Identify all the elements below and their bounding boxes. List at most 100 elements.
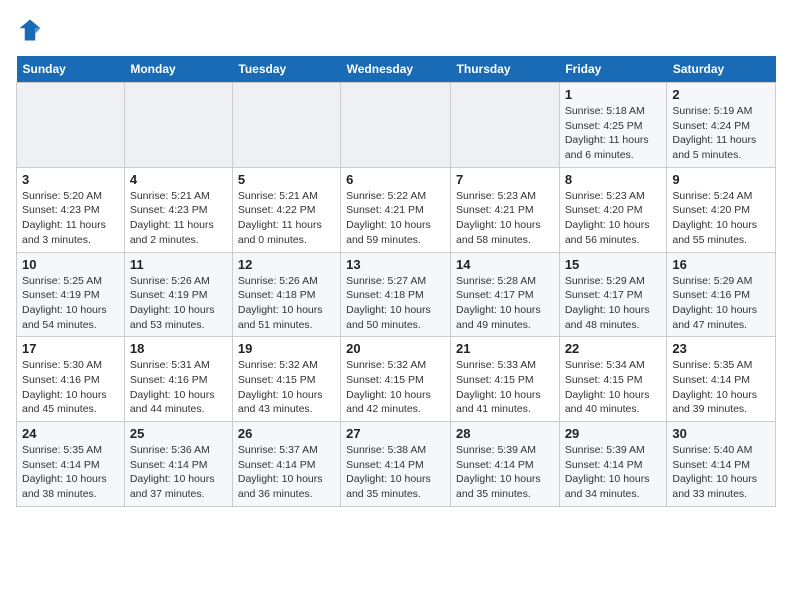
weekday-header-saturday: Saturday	[667, 56, 776, 83]
calendar-cell: 15 Sunrise: 5:29 AM Sunset: 4:17 PM Dayli…	[559, 252, 667, 337]
day-info: Sunrise: 5:22 AM Sunset: 4:21 PM Dayligh…	[346, 189, 445, 248]
day-number: 13	[346, 257, 445, 272]
day-number: 2	[672, 87, 770, 102]
day-info: Sunrise: 5:24 AM Sunset: 4:20 PM Dayligh…	[672, 189, 770, 248]
day-info: Sunrise: 5:20 AM Sunset: 4:23 PM Dayligh…	[22, 189, 119, 248]
calendar-cell: 21 Sunrise: 5:33 AM Sunset: 4:15 PM Dayli…	[451, 337, 560, 422]
day-number: 1	[565, 87, 662, 102]
day-number: 11	[130, 257, 227, 272]
day-number: 5	[238, 172, 335, 187]
day-number: 28	[456, 426, 554, 441]
day-number: 18	[130, 341, 227, 356]
calendar-cell	[232, 83, 340, 168]
day-info: Sunrise: 5:26 AM Sunset: 4:18 PM Dayligh…	[238, 274, 335, 333]
day-number: 10	[22, 257, 119, 272]
day-number: 25	[130, 426, 227, 441]
weekday-header-wednesday: Wednesday	[341, 56, 451, 83]
calendar-week-row: 1 Sunrise: 5:18 AM Sunset: 4:25 PM Daylig…	[17, 83, 776, 168]
day-info: Sunrise: 5:40 AM Sunset: 4:14 PM Dayligh…	[672, 443, 770, 502]
day-info: Sunrise: 5:30 AM Sunset: 4:16 PM Dayligh…	[22, 358, 119, 417]
day-info: Sunrise: 5:37 AM Sunset: 4:14 PM Dayligh…	[238, 443, 335, 502]
day-info: Sunrise: 5:33 AM Sunset: 4:15 PM Dayligh…	[456, 358, 554, 417]
calendar-cell: 14 Sunrise: 5:28 AM Sunset: 4:17 PM Dayli…	[451, 252, 560, 337]
calendar-cell: 22Sunrise: 5:34 AM Sunset: 4:15 PM Dayli…	[559, 337, 667, 422]
weekday-header-monday: Monday	[124, 56, 232, 83]
calendar-cell: 2 Sunrise: 5:19 AM Sunset: 4:24 PM Daylig…	[667, 83, 776, 168]
calendar-week-row: 10 Sunrise: 5:25 AM Sunset: 4:19 PM Dayli…	[17, 252, 776, 337]
weekday-header-row: SundayMondayTuesdayWednesdayThursdayFrid…	[17, 56, 776, 83]
calendar-cell: 27 Sunrise: 5:38 AM Sunset: 4:14 PM Dayli…	[341, 422, 451, 507]
day-info: Sunrise: 5:25 AM Sunset: 4:19 PM Dayligh…	[22, 274, 119, 333]
calendar-cell: 12 Sunrise: 5:26 AM Sunset: 4:18 PM Dayli…	[232, 252, 340, 337]
day-info: Sunrise: 5:38 AM Sunset: 4:14 PM Dayligh…	[346, 443, 445, 502]
day-info: Sunrise: 5:18 AM Sunset: 4:25 PM Dayligh…	[565, 104, 662, 163]
day-info: Sunrise: 5:31 AM Sunset: 4:16 PM Dayligh…	[130, 358, 227, 417]
calendar-cell	[451, 83, 560, 168]
day-info: Sunrise: 5:39 AM Sunset: 4:14 PM Dayligh…	[565, 443, 662, 502]
day-number: 14	[456, 257, 554, 272]
calendar-cell: 5 Sunrise: 5:21 AM Sunset: 4:22 PM Daylig…	[232, 167, 340, 252]
day-info: Sunrise: 5:19 AM Sunset: 4:24 PM Dayligh…	[672, 104, 770, 163]
calendar-cell: 29 Sunrise: 5:39 AM Sunset: 4:14 PM Dayli…	[559, 422, 667, 507]
calendar-week-row: 17 Sunrise: 5:30 AM Sunset: 4:16 PM Dayli…	[17, 337, 776, 422]
calendar-cell: 7Sunrise: 5:23 AM Sunset: 4:21 PM Daylig…	[451, 167, 560, 252]
page-header	[16, 16, 776, 44]
logo-icon	[16, 16, 44, 44]
day-info: Sunrise: 5:35 AM Sunset: 4:14 PM Dayligh…	[672, 358, 770, 417]
calendar-cell	[124, 83, 232, 168]
calendar-cell: 19Sunrise: 5:32 AM Sunset: 4:15 PM Dayli…	[232, 337, 340, 422]
day-number: 6	[346, 172, 445, 187]
day-number: 16	[672, 257, 770, 272]
day-number: 15	[565, 257, 662, 272]
day-info: Sunrise: 5:32 AM Sunset: 4:15 PM Dayligh…	[346, 358, 445, 417]
day-number: 17	[22, 341, 119, 356]
day-number: 29	[565, 426, 662, 441]
weekday-header-tuesday: Tuesday	[232, 56, 340, 83]
day-number: 4	[130, 172, 227, 187]
calendar-cell: 11 Sunrise: 5:26 AM Sunset: 4:19 PM Dayli…	[124, 252, 232, 337]
calendar-cell: 6 Sunrise: 5:22 AM Sunset: 4:21 PM Daylig…	[341, 167, 451, 252]
day-info: Sunrise: 5:29 AM Sunset: 4:16 PM Dayligh…	[672, 274, 770, 333]
day-info: Sunrise: 5:35 AM Sunset: 4:14 PM Dayligh…	[22, 443, 119, 502]
calendar-cell	[17, 83, 125, 168]
day-info: Sunrise: 5:29 AM Sunset: 4:17 PM Dayligh…	[565, 274, 662, 333]
day-info: Sunrise: 5:28 AM Sunset: 4:17 PM Dayligh…	[456, 274, 554, 333]
day-number: 12	[238, 257, 335, 272]
calendar-week-row: 3 Sunrise: 5:20 AM Sunset: 4:23 PM Daylig…	[17, 167, 776, 252]
weekday-header-sunday: Sunday	[17, 56, 125, 83]
calendar-cell: 26 Sunrise: 5:37 AM Sunset: 4:14 PM Dayli…	[232, 422, 340, 507]
calendar-week-row: 24 Sunrise: 5:35 AM Sunset: 4:14 PM Dayli…	[17, 422, 776, 507]
weekday-header-friday: Friday	[559, 56, 667, 83]
calendar-cell	[341, 83, 451, 168]
calendar-cell: 28 Sunrise: 5:39 AM Sunset: 4:14 PM Dayli…	[451, 422, 560, 507]
day-number: 19	[238, 341, 335, 356]
day-number: 24	[22, 426, 119, 441]
logo	[16, 16, 48, 44]
day-number: 27	[346, 426, 445, 441]
calendar-cell: 16 Sunrise: 5:29 AM Sunset: 4:16 PM Dayli…	[667, 252, 776, 337]
day-info: Sunrise: 5:39 AM Sunset: 4:14 PM Dayligh…	[456, 443, 554, 502]
calendar-cell: 17 Sunrise: 5:30 AM Sunset: 4:16 PM Dayli…	[17, 337, 125, 422]
day-number: 3	[22, 172, 119, 187]
calendar-cell: 20Sunrise: 5:32 AM Sunset: 4:15 PM Dayli…	[341, 337, 451, 422]
calendar-cell: 10 Sunrise: 5:25 AM Sunset: 4:19 PM Dayli…	[17, 252, 125, 337]
day-number: 9	[672, 172, 770, 187]
day-info: Sunrise: 5:21 AM Sunset: 4:23 PM Dayligh…	[130, 189, 227, 248]
calendar-cell: 23 Sunrise: 5:35 AM Sunset: 4:14 PM Dayli…	[667, 337, 776, 422]
calendar-table: SundayMondayTuesdayWednesdayThursdayFrid…	[16, 56, 776, 507]
calendar-cell: 4 Sunrise: 5:21 AM Sunset: 4:23 PM Daylig…	[124, 167, 232, 252]
calendar-cell: 8Sunrise: 5:23 AM Sunset: 4:20 PM Daylig…	[559, 167, 667, 252]
day-number: 8	[565, 172, 662, 187]
day-info: Sunrise: 5:26 AM Sunset: 4:19 PM Dayligh…	[130, 274, 227, 333]
day-number: 23	[672, 341, 770, 356]
calendar-cell: 9 Sunrise: 5:24 AM Sunset: 4:20 PM Daylig…	[667, 167, 776, 252]
day-info: Sunrise: 5:21 AM Sunset: 4:22 PM Dayligh…	[238, 189, 335, 248]
calendar-cell: 30Sunrise: 5:40 AM Sunset: 4:14 PM Dayli…	[667, 422, 776, 507]
day-number: 7	[456, 172, 554, 187]
day-number: 21	[456, 341, 554, 356]
calendar-cell: 13 Sunrise: 5:27 AM Sunset: 4:18 PM Dayli…	[341, 252, 451, 337]
weekday-header-thursday: Thursday	[451, 56, 560, 83]
day-info: Sunrise: 5:36 AM Sunset: 4:14 PM Dayligh…	[130, 443, 227, 502]
day-info: Sunrise: 5:27 AM Sunset: 4:18 PM Dayligh…	[346, 274, 445, 333]
day-number: 26	[238, 426, 335, 441]
